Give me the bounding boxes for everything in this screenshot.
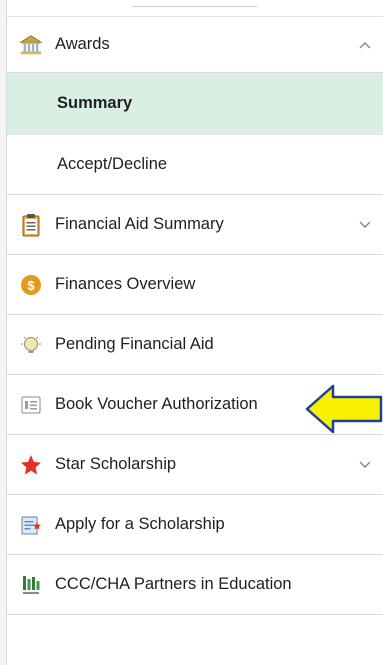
voucher-icon (19, 393, 43, 417)
clipboard-icon (19, 213, 43, 237)
nav-subitem-accept-decline[interactable]: Accept/Decline (7, 135, 383, 195)
chevron-down-icon[interactable] (358, 217, 372, 232)
nav-item-label: CCC/CHA Partners in Education (55, 575, 292, 593)
cha-logo-icon (19, 573, 43, 597)
nav-item-finances-overview[interactable]: $ Finances Overview (7, 255, 383, 315)
nav-item-label: Financial Aid Summary (55, 215, 224, 233)
highlight-arrow (303, 382, 383, 436)
nav-item-apply-for-scholarship[interactable]: Apply for a Scholarship (7, 495, 383, 555)
lightbulb-icon (19, 333, 43, 357)
nav-item-star-scholarship[interactable]: Star Scholarship (7, 435, 383, 495)
nav-item-ccc-cha-partners[interactable]: CCC/CHA Partners in Education (7, 555, 383, 615)
dollar-coin-icon: $ (19, 273, 43, 297)
side-navigation: Awards Summary Accept/Decline Financial … (6, 0, 383, 665)
nav-item-label: Star Scholarship (55, 455, 177, 473)
nav-item-awards[interactable]: Awards (7, 17, 383, 73)
nav-item-financial-aid-summary[interactable]: Financial Aid Summary (7, 195, 383, 255)
chevron-down-icon[interactable] (358, 457, 372, 472)
svg-text:$: $ (27, 278, 35, 293)
chevron-up-icon[interactable] (358, 37, 372, 52)
bank-icon (19, 33, 43, 57)
nav-item-label: Awards (55, 35, 110, 53)
nav-subitem-label: Summary (57, 94, 133, 112)
nav-item-label: Finances Overview (55, 275, 196, 293)
nav-item-pending-financial-aid[interactable]: Pending Financial Aid (7, 315, 383, 375)
nav-subitem-summary[interactable]: Summary (7, 73, 383, 135)
nav-subitem-label: Accept/Decline (57, 155, 168, 173)
scholarship-form-icon (19, 513, 43, 537)
star-icon (19, 453, 43, 477)
nav-item-label: Pending Financial Aid (55, 335, 214, 353)
top-divider (7, 0, 383, 17)
nav-item-label: Apply for a Scholarship (55, 515, 225, 533)
nav-bottom-space (7, 615, 383, 663)
